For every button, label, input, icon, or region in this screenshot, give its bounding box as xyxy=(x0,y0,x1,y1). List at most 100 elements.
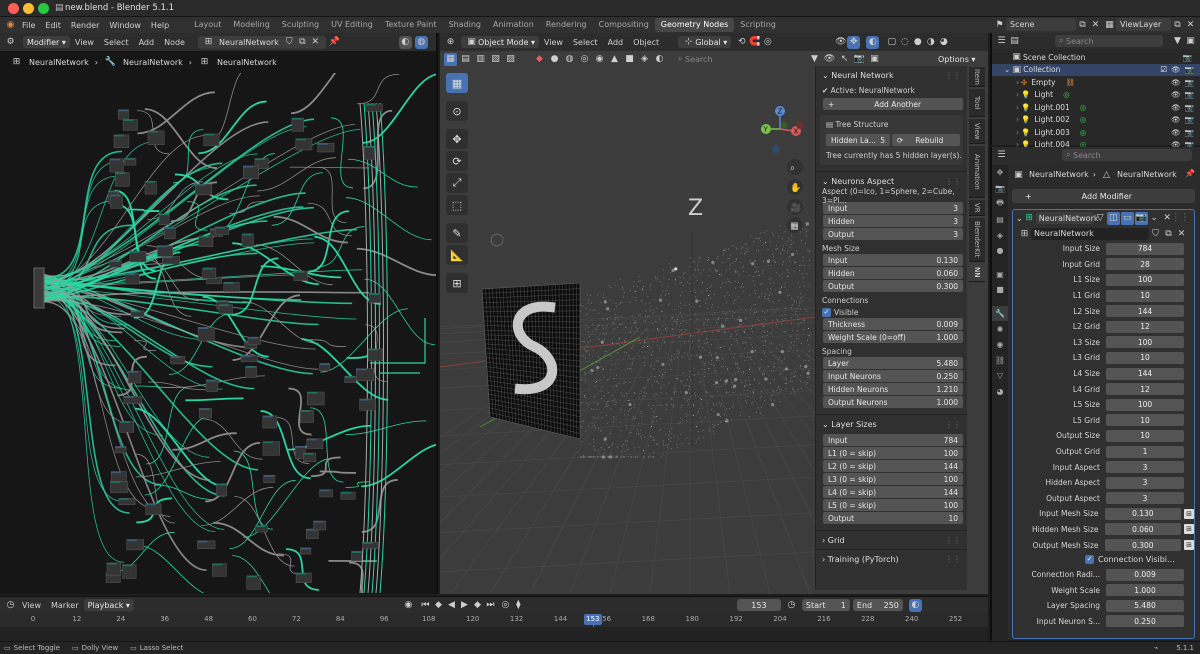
sidebar-tab-view[interactable]: View xyxy=(969,119,985,144)
scene-collection-row[interactable]: ▣ Scene Collection 📷 xyxy=(992,51,1200,64)
input-value[interactable]: 12 xyxy=(1106,383,1184,396)
unlink-icon[interactable]: ✕ xyxy=(1175,227,1188,240)
filter-icon[interactable]: ▼ xyxy=(1171,35,1184,48)
input-value[interactable]: 784 xyxy=(1106,242,1184,255)
field-output[interactable]: Output 0.300 xyxy=(823,280,963,292)
panel-neural-network-header[interactable]: ⌄ Neural Network ⋮⋮ xyxy=(816,68,967,82)
world-icon[interactable]: ● xyxy=(992,243,1008,259)
add-modifier-button[interactable]: + Add Modifier xyxy=(1012,189,1195,203)
connection-visibility-checkbox[interactable]: ✓ xyxy=(1085,555,1094,565)
outliner-item-light-003[interactable]: › 💡 Light.003 ◎ 👁 📷 xyxy=(992,126,1200,139)
input-value[interactable]: 100 xyxy=(1106,273,1184,286)
node[interactable] xyxy=(122,564,137,579)
render-icon[interactable]: ▣ xyxy=(868,53,881,66)
sidebar-tab-tool[interactable]: Tool xyxy=(969,89,985,117)
menu-marker[interactable]: Marker xyxy=(51,601,79,610)
input-value[interactable]: 0.060 xyxy=(1104,523,1182,536)
node[interactable] xyxy=(212,563,227,577)
close-window-button[interactable] xyxy=(8,3,19,14)
node[interactable] xyxy=(359,398,376,411)
workspace-tab-layout[interactable]: Layout xyxy=(188,18,227,32)
filter-icon-3[interactable]: ◎ xyxy=(578,53,591,66)
eye-icon[interactable]: 👁 xyxy=(1171,90,1181,99)
workspace-tab-compositing[interactable]: Compositing xyxy=(593,18,655,32)
node[interactable] xyxy=(158,213,170,225)
panel-training-header[interactable]: › Training (PyTorch) ⋮⋮ xyxy=(816,552,967,566)
attribute-toggle-icon[interactable]: ⊞ xyxy=(1184,508,1194,519)
node[interactable] xyxy=(245,365,257,378)
field-weight-scale-0-off-[interactable]: Weight Scale (0=off) 1.000 xyxy=(823,331,963,343)
zoom-window-button[interactable] xyxy=(38,3,49,14)
zoom-icon[interactable]: ⌕ xyxy=(790,164,795,174)
field-l5-0-skip-[interactable]: L5 (0 = skip) 100 xyxy=(823,499,963,511)
menu-node[interactable]: Node xyxy=(164,38,185,47)
node-editor[interactable]: ⚙ Modifier ▾ View Select Add Node ⊞ Neur… xyxy=(0,33,438,594)
panel-layer-sizes-header[interactable]: ⌄ Layer Sizes ⋮⋮ xyxy=(816,417,967,431)
viewport-search-input[interactable]: ⌕ Search xyxy=(674,53,802,65)
select-intersect-icon[interactable]: ▨ xyxy=(504,53,517,66)
clock-icon[interactable]: ◷ xyxy=(4,599,17,612)
input-value[interactable]: 3 xyxy=(1106,461,1184,474)
view-layer-icon[interactable]: ▤ xyxy=(992,212,1008,228)
panel-neurons-aspect-header[interactable]: ⌄ Neurons Aspect ⋮⋮ xyxy=(816,174,967,188)
field-l4-0-skip-[interactable]: L4 (0 = skip) 144 xyxy=(823,486,963,498)
input-value[interactable]: 1.000 xyxy=(1106,584,1184,597)
timeline[interactable]: ◷ View Marker Playback ▾ ◉ ⏮ ◆ ◀ ▶ ◆ ⏭ ◎… xyxy=(0,596,988,642)
outliner-item-light-002[interactable]: › 💡 Light.002 ◎ 👁 📷 xyxy=(992,114,1200,127)
sidebar-tab-animation[interactable]: Animation xyxy=(969,146,985,198)
eye-icon[interactable]: 👁 xyxy=(1171,103,1181,112)
snap-icon[interactable]: 🧲 xyxy=(748,36,761,49)
sidebar-tab-item[interactable]: Item xyxy=(969,67,985,87)
input-layer-grid[interactable] xyxy=(481,282,581,440)
input-value[interactable]: 144 xyxy=(1106,305,1184,318)
node[interactable] xyxy=(145,503,162,515)
eye-icon[interactable]: 👁 xyxy=(1171,115,1181,124)
unlink-icon[interactable]: ✕ xyxy=(309,36,322,49)
node[interactable] xyxy=(110,481,129,493)
menu-add[interactable]: Add xyxy=(139,38,155,47)
field-thickness[interactable]: Thickness 0.009 xyxy=(823,318,963,330)
gizmo-toggle-icon[interactable]: ✥ xyxy=(847,35,861,49)
data-icon[interactable]: ▽ xyxy=(992,368,1008,384)
field-l2-0-skip-[interactable]: L2 (0 = skip) 144 xyxy=(823,460,963,472)
node[interactable] xyxy=(110,194,123,209)
node[interactable] xyxy=(197,327,215,342)
eye-icon[interactable]: 👁 xyxy=(1171,78,1181,87)
menu-render[interactable]: Render xyxy=(71,21,99,30)
filter-icon-2[interactable]: ◍ xyxy=(563,53,576,66)
light-gizmo[interactable] xyxy=(490,233,504,247)
input-value[interactable]: 0.250 xyxy=(1106,615,1184,628)
fake-user-icon[interactable]: ⛉ xyxy=(283,36,296,49)
physics-icon[interactable]: ◉ xyxy=(992,337,1008,353)
menu-view[interactable]: View xyxy=(22,601,41,610)
input-value[interactable]: 100 xyxy=(1106,398,1184,411)
properties-search-input[interactable]: ⌕ Search xyxy=(1062,149,1192,161)
navigation-gizmo[interactable]: Z X Y xyxy=(761,106,804,153)
pin-icon[interactable]: 📌 xyxy=(328,36,341,49)
menu-file[interactable]: File xyxy=(22,21,35,30)
record-icon[interactable]: ◉ xyxy=(402,599,415,612)
scene-icon[interactable]: ◈ xyxy=(992,227,1008,243)
field-hidden[interactable]: Hidden 3 xyxy=(823,215,963,227)
select-box-icon[interactable]: ▦ xyxy=(444,52,457,66)
pan-icon[interactable]: ✋ xyxy=(790,182,801,194)
node[interactable] xyxy=(262,415,278,429)
gizmo-neg-x-ball[interactable] xyxy=(796,121,804,129)
eye-icon[interactable]: 👁 xyxy=(823,53,836,66)
group-input-node[interactable] xyxy=(33,267,45,309)
play-icon[interactable]: ▶ xyxy=(458,599,471,612)
sidebar-tab-blenderkit[interactable]: BlenderKit xyxy=(969,218,985,262)
field-hidden[interactable]: Hidden 0.060 xyxy=(823,267,963,279)
eye-icon[interactable]: 👁 xyxy=(1171,128,1181,137)
panel-grid-header[interactable]: › Grid ⋮⋮ xyxy=(816,533,967,547)
modifier-menu-icon[interactable]: ⌄ xyxy=(1148,212,1161,225)
node[interactable] xyxy=(164,227,176,240)
mode-dropdown[interactable]: ▣ Object Mode ▾ xyxy=(461,36,539,48)
scene-selector[interactable]: ⚑ Scene ⧉ ✕ xyxy=(993,18,1102,31)
constraints-icon[interactable]: ⛓ xyxy=(992,353,1008,369)
funnel-icon[interactable]: ▼ xyxy=(808,53,821,66)
gizmo-neg-z-ball[interactable] xyxy=(772,145,780,153)
modifier-icon[interactable]: 🔧 xyxy=(992,305,1008,322)
viewlayer-selector[interactable]: ▦ ViewLayer ⧉ ✕ xyxy=(1103,18,1197,31)
camera-icon[interactable]: 📷 xyxy=(1185,90,1194,99)
